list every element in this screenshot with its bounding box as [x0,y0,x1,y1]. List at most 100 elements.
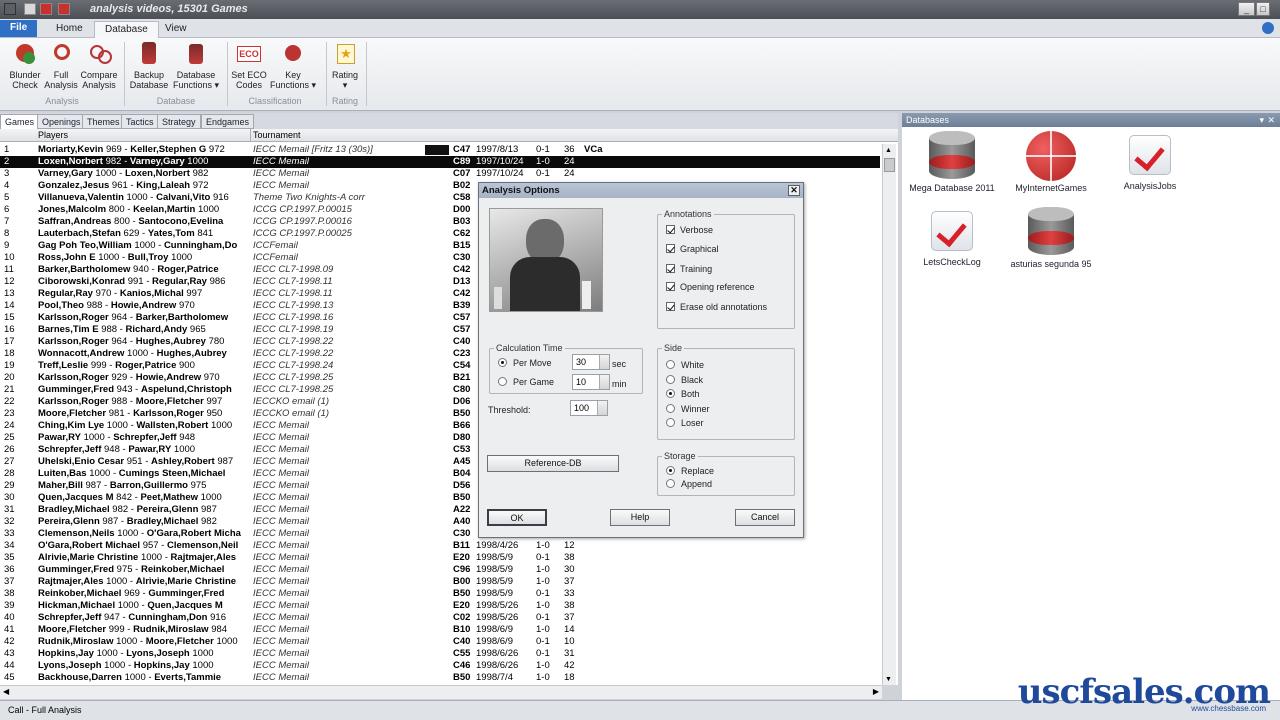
table-row[interactable]: 39 Hickman,Michael 1000 - Quen,Jacques M … [0,600,880,612]
per-game-radio[interactable]: Per Game [498,377,554,388]
radio-dot[interactable] [666,404,675,413]
side-black-radio[interactable]: Black [666,375,703,386]
erase-old-annotations-checkbox[interactable]: Erase old annotations [666,302,767,313]
new-icon[interactable] [24,3,36,15]
checkbox-box[interactable] [666,282,675,291]
checkbox-box[interactable] [666,264,675,273]
help-button[interactable]: Help [610,509,670,526]
scroll-up-icon[interactable]: ▲ [885,147,892,154]
side-loser-radio[interactable]: Loser [666,418,704,429]
vertical-scrollbar[interactable]: ▲ ▼ [882,144,896,685]
training-checkbox[interactable]: Training [666,264,712,275]
radio-dot[interactable] [666,389,675,398]
tab-file[interactable]: File [0,20,38,37]
storage-append-radio[interactable]: Append [666,479,712,490]
database-item[interactable]: Mega Database 2011 [902,131,1002,193]
open-icon[interactable] [40,3,52,15]
per-move-radio[interactable]: Per Move [498,358,552,369]
radio-dot[interactable] [498,377,507,386]
table-row[interactable]: 2 Loxen,Norbert 982 - Varney,Gary 1000 IEC… [0,156,880,168]
database-item[interactable]: AnalysisJobs [1100,135,1200,191]
radio-dot[interactable] [666,375,675,384]
tab-home[interactable]: Home [46,21,93,38]
panel-dropdown-icon[interactable]: ▾ [1259,113,1264,127]
tab-database[interactable]: Database [94,21,159,38]
table-row[interactable]: 38 Reinkober,Michael 969 - Gumminger,Fred… [0,588,880,600]
column-header-players[interactable]: Players [38,129,68,141]
set-eco-codes-button[interactable]: ECO Set ECO Codes [230,42,268,90]
reference-db-button[interactable]: Reference-DB [487,455,619,472]
horizontal-scrollbar[interactable]: ◀ ▶ [0,685,882,699]
scroll-down-icon[interactable]: ▼ [885,676,892,683]
help-icon[interactable] [1262,22,1274,34]
table-row[interactable]: 41 Moore,Fletcher 999 - Rudnik,Miroslaw 9… [0,624,880,636]
side-white-radio[interactable]: White [666,360,704,371]
checkbox-box[interactable] [666,302,675,311]
minimize-button[interactable]: _ [1238,2,1255,16]
tab-themes[interactable]: Themes [82,114,125,129]
table-row[interactable]: 1 Moriarty,Kevin 969 - Keller,Stephen G 9… [0,144,880,156]
cancel-button[interactable]: Cancel [735,509,795,526]
database-item[interactable]: MyInternetGames [1001,131,1101,193]
table-row[interactable]: 43 Hopkins,Jay 1000 - Lyons,Joseph 1000 IE… [0,648,880,660]
opening-reference-checkbox[interactable]: Opening reference [666,282,755,293]
verbose-checkbox[interactable]: Verbose [666,225,713,236]
ok-button[interactable]: OK [487,509,547,526]
table-row[interactable]: 36 Gumminger,Fred 975 - Reinkober,Michael… [0,564,880,576]
radio-dot[interactable] [498,358,507,367]
panel-close-icon[interactable]: ✕ [1267,113,1275,127]
row-players: Gumminger,Fred 943 - Aspelund,Christoph [38,384,232,395]
radio-dot[interactable] [666,360,675,369]
graphical-checkbox[interactable]: Graphical [666,244,719,255]
scroll-right-icon[interactable]: ▶ [873,687,879,696]
table-row[interactable]: 37 Rajtmajer,Ales 1000 - Alrivie,Marie Ch… [0,576,880,588]
table-row[interactable]: 40 Schrepfer,Jeff 947 - Cunningham,Don 91… [0,612,880,624]
table-row[interactable]: 45 Backhouse,Darren 1000 - Everts,Tammie … [0,672,880,684]
database-item[interactable]: asturias segunda 95 [1001,207,1101,269]
checkbox-box[interactable] [666,225,675,234]
column-header-tournament[interactable]: Tournament [253,129,301,141]
rating-button[interactable]: ★ Rating ▾ [328,42,362,90]
black-player: Cunningham,Do [163,240,238,251]
compare-analysis-button[interactable]: Compare Analysis [79,42,119,90]
tab-games[interactable]: Games [0,114,40,129]
save-icon[interactable] [58,3,70,15]
scroll-left-icon[interactable]: ◀ [3,687,9,696]
maximize-button[interactable]: □ [1256,2,1270,16]
dialog-title-bar[interactable]: Analysis Options ✕ [479,183,803,198]
tab-view[interactable]: View [155,21,197,38]
blunder-check-button[interactable]: Blunder Check [4,42,46,90]
radio-dot[interactable] [666,418,675,427]
per-game-input[interactable]: 10 [572,374,610,390]
table-row[interactable]: 44 Lyons,Joseph 1000 - Hopkins,Jay 1000 IE… [0,660,880,672]
database-functions-button[interactable]: Database Functions ▾ [170,42,222,90]
database-item[interactable]: LetsCheckLog [902,211,1002,267]
table-row[interactable]: 35 Alrivie,Marie Christine 1000 - Rajtmaj… [0,552,880,564]
key-functions-button[interactable]: Key Functions ▾ [268,42,318,90]
side-winner-radio[interactable]: Winner [666,404,710,415]
row-tournament: IECC CL7-1998.16 [253,312,334,323]
tab-openings[interactable]: Openings [37,114,86,129]
tab-tactics[interactable]: Tactics [121,114,159,129]
side-both-radio[interactable]: Both [666,389,700,400]
scroll-thumb[interactable] [884,158,895,172]
per-move-input[interactable]: 30 [572,354,610,370]
tab-strategy[interactable]: Strategy [157,114,201,129]
storage-replace-radio[interactable]: Replace [666,466,714,477]
table-row[interactable]: 34 O'Gara,Robert Michael 957 - Clemenson,… [0,540,880,552]
radio-dot[interactable] [666,466,675,475]
full-analysis-button[interactable]: Full Analysis [42,42,80,90]
radio-label: Both [681,389,700,399]
backup-database-button[interactable]: Backup Database [128,42,170,90]
table-row[interactable]: 3 Varney,Gary 1000 - Loxen,Norbert 982 IEC… [0,168,880,180]
checkbox-box[interactable] [666,244,675,253]
row-eco: C40 [453,636,471,647]
radio-dot[interactable] [666,479,675,488]
tab-endgames[interactable]: Endgames [201,114,255,129]
white-player: Varney,Gary [38,168,93,179]
black-elo: 916 [212,192,229,203]
threshold-input[interactable]: 100 [570,400,608,416]
table-row[interactable]: 42 Rudnik,Miroslaw 1000 - Moore,Fletcher … [0,636,880,648]
full-analysis-label2: Analysis [44,80,78,90]
dialog-close-icon[interactable]: ✕ [788,185,800,196]
